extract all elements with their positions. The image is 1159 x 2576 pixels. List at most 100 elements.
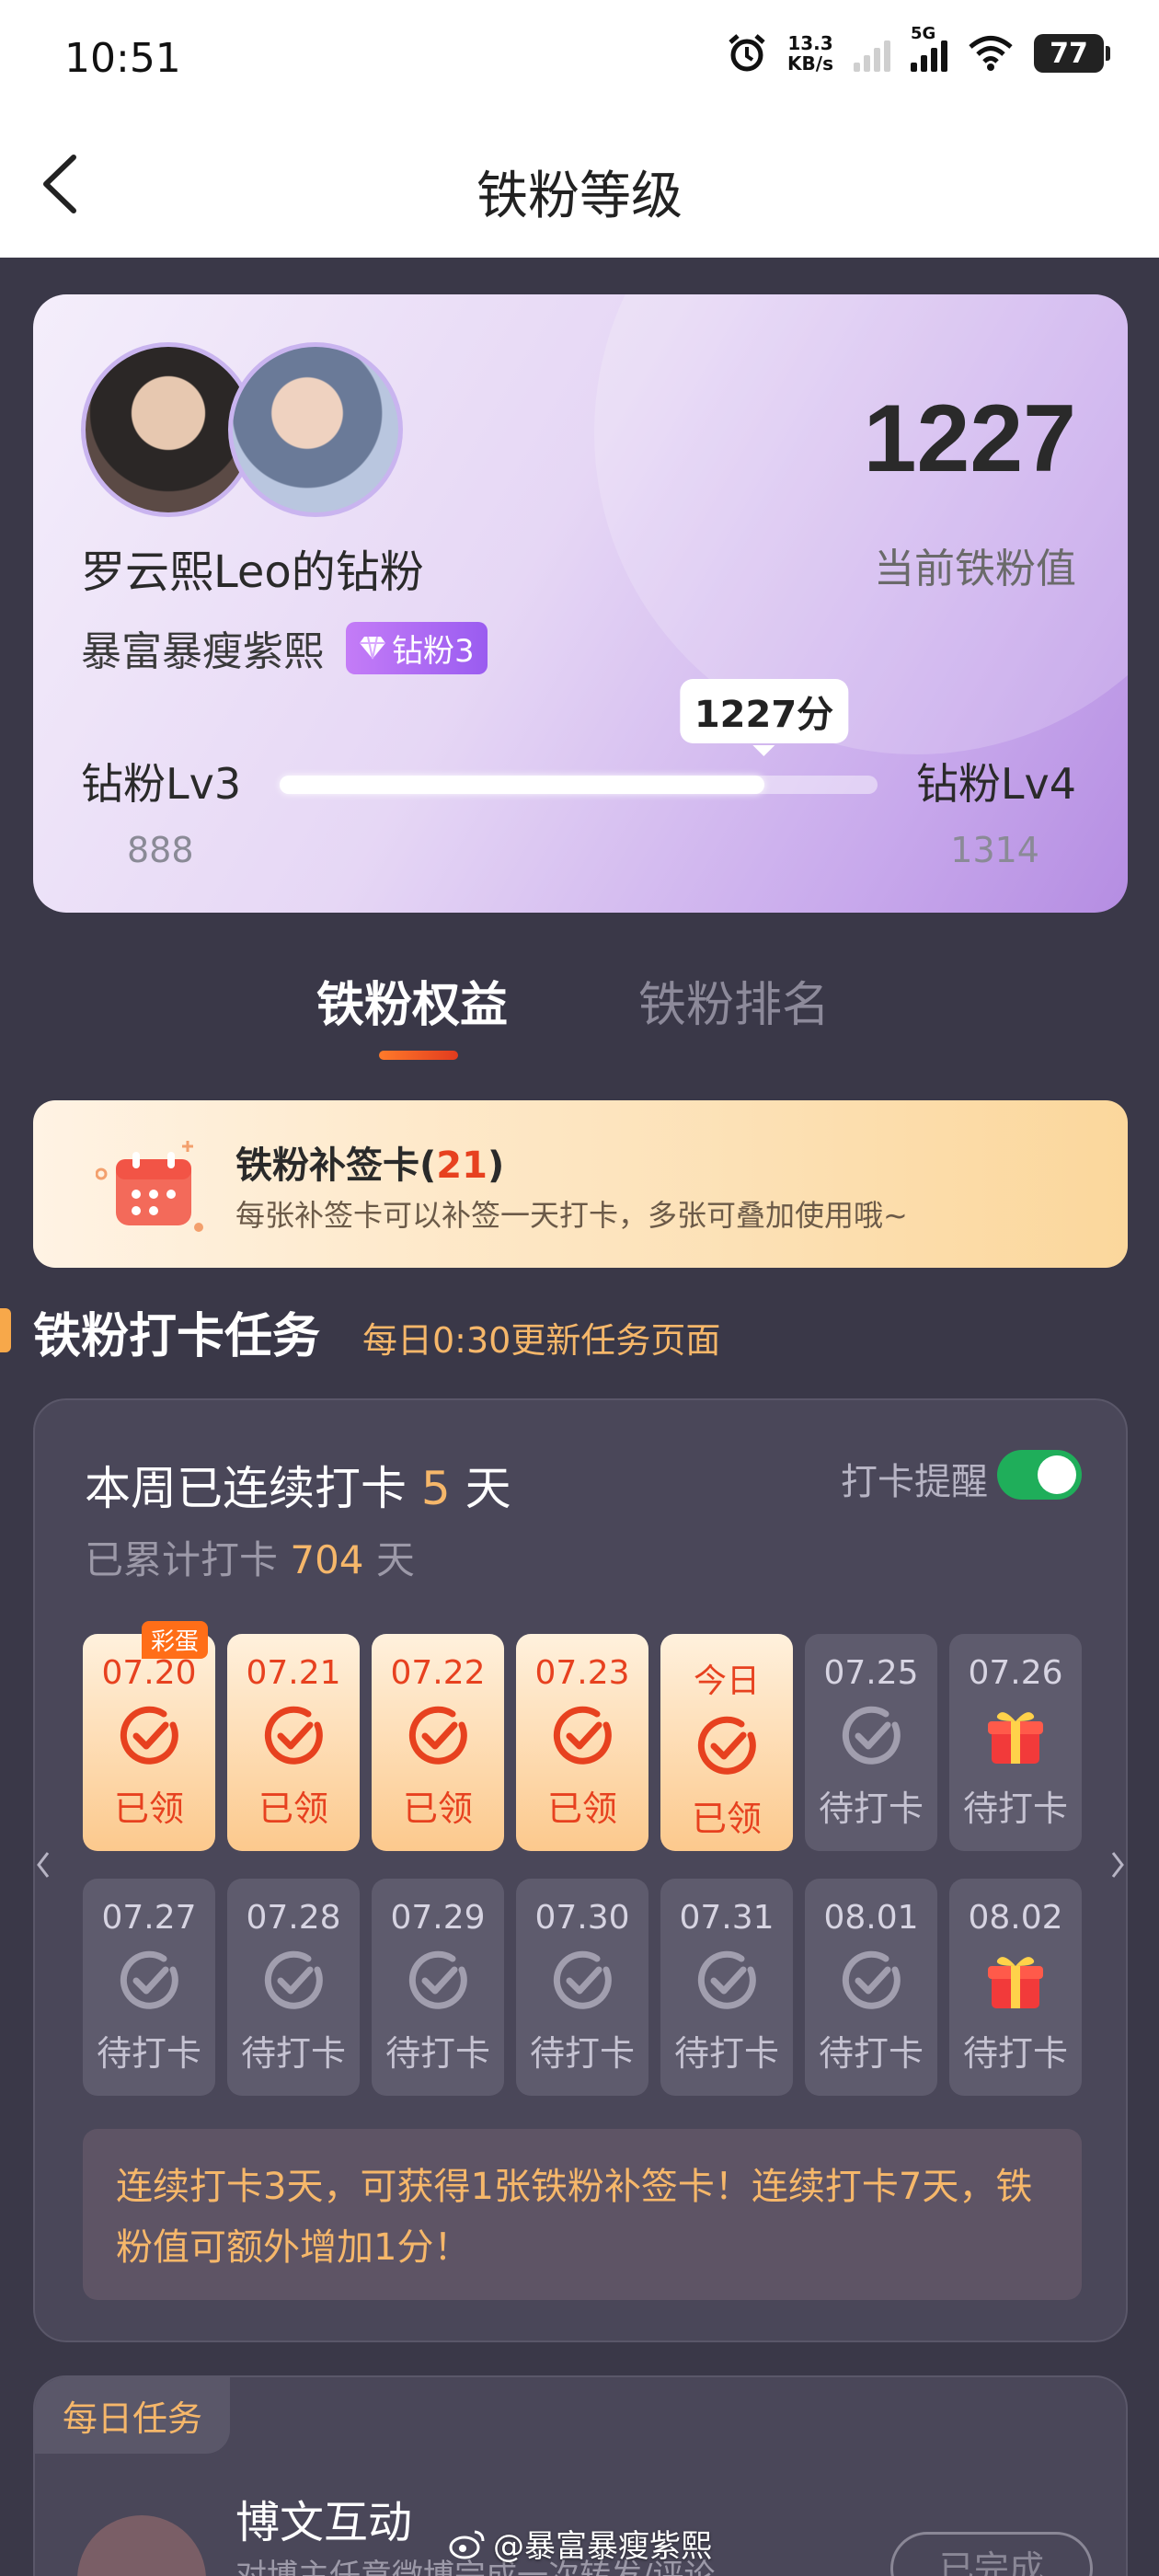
checkin-day-status: 已领 bbox=[113, 1788, 184, 1829]
checkin-day-status: 已领 bbox=[402, 1788, 473, 1829]
checkin-day-date: 今日 bbox=[693, 1662, 760, 1700]
task-done-button[interactable]: 已完成 bbox=[890, 2532, 1093, 2576]
section-title: 铁粉打卡任务 bbox=[33, 1309, 321, 1364]
checkin-day-date: 07.31 bbox=[679, 1899, 775, 1937]
user-avatar[interactable] bbox=[228, 342, 403, 517]
makeup-card-count: 21 bbox=[436, 1144, 488, 1187]
daily-tasks-tag: 每日任务 bbox=[35, 2377, 231, 2454]
makeup-card-desc: 每张补签卡可以补签一天打卡，多张可叠加使用哦~ bbox=[235, 1198, 908, 1233]
top-bar: 10:51 13.3 KB/s 5G 77 铁粉等级 bbox=[0, 0, 1159, 258]
section-subtitle: 每日0:30更新任务页面 bbox=[362, 1320, 721, 1361]
checkin-day[interactable]: 07.28 待打卡 bbox=[227, 1879, 360, 2096]
check-circle-icon bbox=[407, 1949, 469, 2012]
active-tab-indicator bbox=[379, 1051, 458, 1060]
current-level: 钻粉Lv3 bbox=[81, 759, 242, 809]
checkin-day-status: 待打卡 bbox=[673, 2033, 779, 2074]
checkin-day[interactable]: 今日 已领 bbox=[660, 1634, 793, 1851]
easter-egg-badge: 彩蛋 bbox=[142, 1621, 209, 1659]
signal-icon-5g: 5G bbox=[911, 24, 947, 72]
gift-icon bbox=[984, 1705, 1047, 1767]
checkin-day[interactable]: 07.30 待打卡 bbox=[516, 1879, 648, 2096]
check-circle-icon bbox=[118, 1949, 180, 2012]
checkin-calendar: 彩蛋 07.20 已领 07.21 已领 07.22 已领 07.23 已领 今日 已领 07.25 待… bbox=[83, 1621, 1082, 2096]
checkin-day[interactable]: 07.31 待打卡 bbox=[660, 1879, 793, 2096]
thumbs-up-icon bbox=[77, 2515, 206, 2576]
check-circle-icon bbox=[695, 1949, 758, 2012]
checkin-day-status: 待打卡 bbox=[529, 2033, 635, 2074]
reminder-toggle[interactable] bbox=[997, 1450, 1082, 1500]
checkin-day[interactable]: 07.29 待打卡 bbox=[372, 1879, 504, 2096]
checkin-day-date: 07.20 bbox=[101, 1654, 197, 1692]
level-progress-bar bbox=[280, 776, 878, 794]
check-circle-icon bbox=[551, 1949, 614, 2012]
checkin-day-date: 07.22 bbox=[390, 1654, 486, 1692]
weibo-icon bbox=[449, 2530, 485, 2559]
tab-benefits[interactable]: 铁粉权益 bbox=[316, 966, 508, 1035]
checkin-card: 本周已连续打卡 5 天 已累计打卡 704 天 打卡提醒 彩蛋 07.20 已领 07… bbox=[33, 1398, 1128, 2342]
current-level-threshold: 888 bbox=[127, 830, 194, 870]
status-time: 10:51 bbox=[64, 35, 181, 82]
tab-ranking[interactable]: 铁粉排名 bbox=[638, 966, 830, 1035]
next-week-arrow[interactable] bbox=[1104, 1842, 1131, 1888]
checkin-day[interactable]: 彩蛋 07.20 已领 bbox=[83, 1621, 215, 1851]
checkin-day-status: 待打卡 bbox=[240, 2033, 346, 2074]
checkin-day-date: 08.02 bbox=[968, 1899, 1063, 1937]
level-progress-fill bbox=[280, 776, 764, 794]
makeup-card-title: 铁粉补签卡(21) bbox=[235, 1144, 505, 1187]
checkin-day[interactable]: 07.22 已领 bbox=[372, 1634, 504, 1851]
checkin-day-status: 待打卡 bbox=[818, 1788, 924, 1829]
alarm-icon bbox=[729, 34, 765, 72]
checkin-day-date: 07.25 bbox=[823, 1654, 919, 1692]
section-accent bbox=[0, 1308, 11, 1352]
checkin-day-status: 待打卡 bbox=[818, 2033, 924, 2074]
next-level-threshold: 1314 bbox=[950, 830, 1039, 870]
page-title: 铁粉等级 bbox=[476, 167, 683, 226]
checkin-day-date: 07.21 bbox=[246, 1654, 341, 1692]
battery-indicator: 77 bbox=[1034, 34, 1110, 73]
checkin-day-status: 已领 bbox=[546, 1788, 617, 1829]
signal-icon-1 bbox=[854, 35, 890, 72]
watermark: @暴富暴瘦紫熙 bbox=[449, 2521, 712, 2566]
fan-score: 1227 bbox=[863, 385, 1076, 492]
user-line: 暴富暴瘦紫熙 钻粉3 bbox=[81, 618, 488, 677]
check-circle-icon bbox=[407, 1705, 469, 1767]
checkin-day[interactable]: 07.23 已领 bbox=[516, 1634, 648, 1851]
fan-level-card: 罗云熙Leo的钻粉 暴富暴瘦紫熙 钻粉3 1227 当前铁粉值 钻粉Lv3 钻粉… bbox=[33, 294, 1128, 913]
next-level: 钻粉Lv4 bbox=[915, 759, 1076, 809]
task-title: 博文互动 bbox=[235, 2497, 413, 2548]
check-circle-icon bbox=[262, 1949, 325, 2012]
score-bubble: 1227分 bbox=[679, 679, 849, 756]
checkin-day[interactable]: 07.21 已领 bbox=[227, 1634, 360, 1851]
prev-week-arrow[interactable] bbox=[29, 1842, 57, 1888]
user-name: 暴富暴瘦紫熙 bbox=[81, 628, 324, 675]
checkin-day-date: 07.29 bbox=[390, 1899, 486, 1937]
check-circle-icon bbox=[551, 1705, 614, 1767]
checkin-day[interactable]: 08.01 待打卡 bbox=[805, 1879, 937, 2096]
check-circle-icon bbox=[695, 1715, 758, 1777]
weekly-streak: 本周已连续打卡 5 天 bbox=[85, 1462, 511, 1515]
checkin-day-status: 待打卡 bbox=[962, 2033, 1068, 2074]
checkin-day[interactable]: 07.25 待打卡 bbox=[805, 1634, 937, 1851]
status-icons: 13.3 KB/s 5G 77 bbox=[727, 24, 1110, 74]
check-circle-icon bbox=[840, 1949, 902, 2012]
checkin-day[interactable]: 07.27 待打卡 bbox=[83, 1879, 215, 2096]
level-badge: 钻粉3 bbox=[346, 621, 488, 674]
diamond-icon bbox=[360, 636, 385, 660]
checkin-day-status: 待打卡 bbox=[96, 2033, 201, 2074]
card-glow bbox=[594, 294, 1128, 754]
reminder-label: 打卡提醒 bbox=[841, 1461, 988, 1503]
wifi-icon bbox=[969, 36, 1013, 71]
checkin-day-date: 07.28 bbox=[246, 1899, 341, 1937]
check-circle-icon bbox=[118, 1705, 180, 1767]
makeup-card-banner[interactable]: 铁粉补签卡(21) 每张补签卡可以补签一天打卡，多张可叠加使用哦~ bbox=[33, 1100, 1128, 1268]
checkin-day-date: 07.27 bbox=[101, 1899, 197, 1937]
checkin-day[interactable]: 07.26 待打卡 bbox=[949, 1634, 1082, 1851]
checkin-day-status: 待打卡 bbox=[384, 2033, 490, 2074]
fan-score-label: 当前铁粉值 bbox=[874, 546, 1076, 592]
checkin-day-date: 07.23 bbox=[534, 1654, 630, 1692]
check-circle-icon bbox=[840, 1705, 902, 1767]
calendar-icon bbox=[96, 1141, 203, 1232]
checkin-day[interactable]: 08.02 待打卡 bbox=[949, 1879, 1082, 2096]
checkin-day-date: 07.30 bbox=[534, 1899, 630, 1937]
checkin-day-status: 已领 bbox=[258, 1788, 328, 1829]
